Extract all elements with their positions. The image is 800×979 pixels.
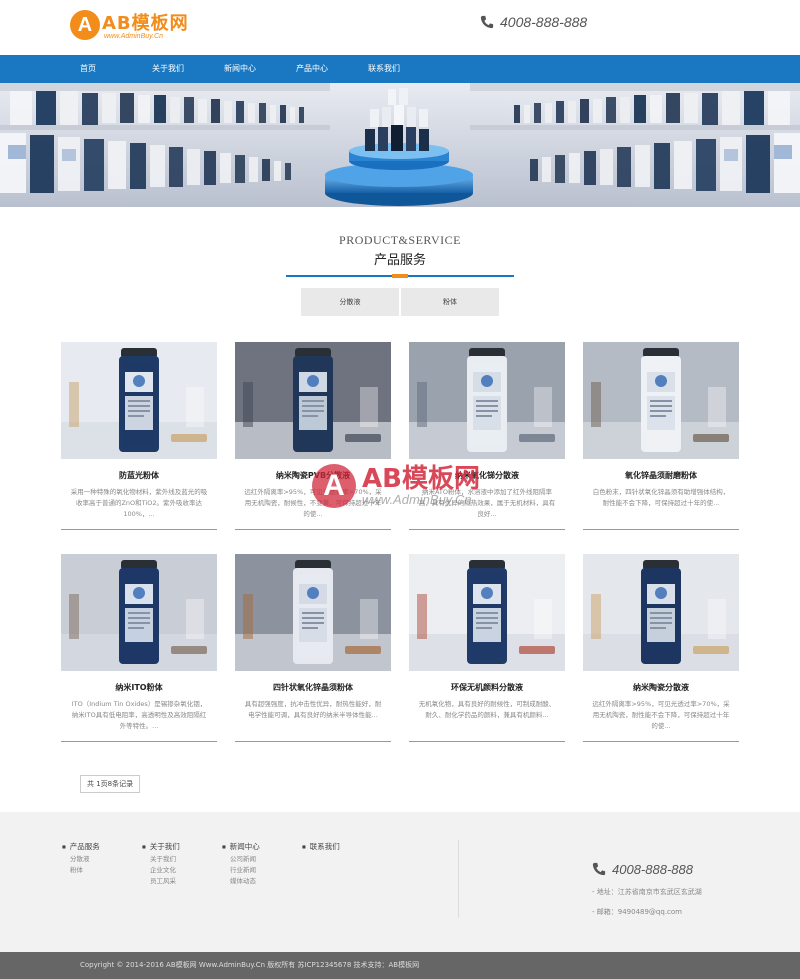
site-header: A AB模板网 www.AdminBuy.Cn 4008-888-888 bbox=[0, 0, 800, 55]
product-grid: 防蓝光粉体采用一种特殊的氧化物材料，紫外线及蓝光的吸收率高于普通的ZnO和TiO… bbox=[61, 342, 741, 742]
product-title[interactable]: 纳米陶瓷PVB分散液 bbox=[235, 470, 391, 481]
section-title-underline bbox=[286, 274, 514, 278]
footer-link[interactable]: 分散液 bbox=[62, 854, 100, 865]
nav-item-contact[interactable]: 联系我们 bbox=[368, 55, 440, 83]
phone-icon bbox=[480, 15, 494, 29]
product-image[interactable] bbox=[61, 342, 217, 459]
phone-icon bbox=[592, 862, 606, 876]
product-card[interactable]: 纳米ITO粉体 ITO（Indium Tin Oxides）是锡掺杂氧化铟，纳米I… bbox=[61, 554, 217, 742]
product-title[interactable]: 纳米陶瓷分散液 bbox=[583, 682, 739, 693]
logo-text: AB模板网 bbox=[102, 13, 189, 34]
section-title-cn: 产品服务 bbox=[373, 253, 426, 268]
product-description: 远红外隔离率>95%，可见光透过率>70%，采用无机陶瓷，耐性能不会下降，可保持… bbox=[592, 700, 730, 730]
product-card[interactable]: 纳米陶瓷分散液远红外隔离率>95%，可见光透过率>70%，采用无机陶瓷，耐性能不… bbox=[583, 554, 739, 742]
nav-item-news[interactable]: 新闻中心 bbox=[224, 55, 296, 83]
product-image[interactable] bbox=[583, 554, 739, 671]
product-title[interactable]: 纳米ITO粉体 bbox=[61, 682, 217, 693]
product-title[interactable]: 环保无机颜料分散液 bbox=[409, 682, 565, 693]
product-card[interactable]: 环保无机颜料分散液无机氧化物，具有良好的耐候性，可制成耐酸、耐久、耐化学药品的颜… bbox=[409, 554, 565, 742]
logo-subtitle: www.AdminBuy.Cn bbox=[104, 33, 164, 40]
product-title[interactable]: 纳米氧化锑分散液 bbox=[409, 470, 565, 481]
site-footer: 产品服务 分散液 粉体 关于我们 关于我们 企业文化 员工风采 新闻中心 公司新… bbox=[0, 812, 800, 952]
header-phone-number: 4008-888-888 bbox=[500, 14, 588, 30]
product-description: 采用一种特殊的氧化物材料，紫外线及蓝光的吸收率高于普通的ZnO和TiO2。紫外吸… bbox=[70, 488, 208, 518]
footer-link[interactable]: 企业文化 bbox=[142, 865, 180, 876]
pagination-info: 共 1页8条记录 bbox=[80, 775, 141, 793]
product-card[interactable]: 纳米氧化锑分散液纳米ATO粉体，水溶液中添加了红外线阻隔率高，具有优异的隔热效果… bbox=[409, 342, 565, 530]
product-image[interactable] bbox=[409, 342, 565, 459]
filter-dispersion-button[interactable]: 分散液 bbox=[301, 288, 399, 316]
footer-col-contact: 联系我们 bbox=[302, 841, 340, 854]
product-description: 具有超强强度，抗冲击性优异，耐热性能好，耐电学性能可调，具有良好的纳米半导体性能… bbox=[244, 700, 382, 719]
product-title[interactable]: 四针状氧化锌晶须粉体 bbox=[235, 682, 391, 693]
header-phone: 4008-888-888 bbox=[480, 14, 587, 30]
footer-link[interactable]: 公司新闻 bbox=[222, 854, 260, 865]
product-title[interactable]: 防蓝光粉体 bbox=[61, 470, 217, 481]
footer-link[interactable]: 行业新闻 bbox=[222, 865, 260, 876]
product-card[interactable]: 防蓝光粉体采用一种特殊的氧化物材料，紫外线及蓝光的吸收率高于普通的ZnO和TiO… bbox=[61, 342, 217, 530]
footer-col-news: 新闻中心 公司新闻 行业新闻 媒体动态 bbox=[222, 841, 260, 887]
filter-powder-button[interactable]: 粉体 bbox=[401, 288, 499, 316]
main-nav: 首页 关于我们 新闻中心 产品中心 联系我们 bbox=[0, 55, 800, 83]
product-image[interactable] bbox=[235, 554, 391, 671]
logo-mark: A bbox=[70, 10, 100, 40]
product-description: 远红外隔离率>95%，可见光透过率>70%，采用无机陶瓷，耐候性，不变黄，可保持… bbox=[244, 488, 382, 518]
footer-link[interactable]: 粉体 bbox=[62, 865, 100, 876]
product-image[interactable] bbox=[235, 342, 391, 459]
product-description: 白色粉末，四针状氧化锌晶须有助增强体结构，耐性能不会下降，可保持超过十年的使..… bbox=[592, 488, 730, 507]
copyright-bar: Copyright © 2014-2016 AB模板网 Www.AdminBuy… bbox=[0, 952, 800, 979]
footer-heading[interactable]: 关于我们 bbox=[142, 841, 180, 852]
footer-link[interactable]: 关于我们 bbox=[142, 854, 180, 865]
product-image[interactable] bbox=[61, 554, 217, 671]
footer-phone-number: 4008-888-888 bbox=[612, 862, 693, 877]
product-title[interactable]: 氧化锌晶须耐磨粉体 bbox=[583, 470, 739, 481]
footer-col-about: 关于我们 关于我们 企业文化 员工风采 bbox=[142, 841, 180, 887]
footer-heading[interactable]: 新闻中心 bbox=[222, 841, 260, 852]
site-logo[interactable]: A AB模板网 www.AdminBuy.Cn bbox=[70, 8, 200, 46]
footer-link[interactable]: 员工风采 bbox=[142, 876, 180, 887]
footer-link[interactable]: 媒体动态 bbox=[222, 876, 260, 887]
product-description: 无机氧化物，具有良好的耐候性，可制成耐酸、耐久、耐化学药品的颜料，兼具有机颜料.… bbox=[418, 700, 556, 719]
footer-heading[interactable]: 产品服务 bbox=[62, 841, 100, 852]
category-filters: 分散液 粉体 bbox=[0, 288, 800, 316]
section-header: PRODUCT&SERVICE 产品服务 bbox=[0, 233, 800, 278]
product-card[interactable]: 四针状氧化锌晶须粉体具有超强强度，抗冲击性优异，耐热性能好，耐电学性能可调，具有… bbox=[235, 554, 391, 742]
footer-col-products: 产品服务 分散液 粉体 bbox=[62, 841, 100, 876]
section-title-en: PRODUCT&SERVICE bbox=[339, 233, 461, 247]
footer-email: - 邮箱：9490489@qq.com bbox=[592, 908, 682, 916]
hero-banner bbox=[0, 83, 800, 207]
product-card[interactable]: 纳米陶瓷PVB分散液远红外隔离率>95%，可见光透过率>70%，采用无机陶瓷，耐… bbox=[235, 342, 391, 530]
product-image[interactable] bbox=[583, 342, 739, 459]
footer-heading[interactable]: 联系我们 bbox=[302, 841, 340, 852]
product-image[interactable] bbox=[409, 554, 565, 671]
nav-item-about[interactable]: 关于我们 bbox=[152, 55, 224, 83]
product-card[interactable]: 氧化锌晶须耐磨粉体白色粉末，四针状氧化锌晶须有助增强体结构，耐性能不会下降，可保… bbox=[583, 342, 739, 530]
product-description: 纳米ATO粉体，水溶液中添加了红外线阻隔率高，具有优异的隔热效果，属于无机材料，… bbox=[418, 488, 556, 518]
product-description: ITO（Indium Tin Oxides）是锡掺杂氧化铟，纳米ITO具有低电阻… bbox=[71, 700, 207, 730]
nav-item-home[interactable]: 首页 bbox=[80, 55, 152, 83]
footer-address: - 地址：江苏省南京市玄武区玄武湖 bbox=[592, 888, 702, 896]
banner-image bbox=[0, 83, 800, 207]
footer-phone: 4008-888-888 bbox=[592, 862, 693, 877]
nav-item-products[interactable]: 产品中心 bbox=[296, 55, 368, 83]
footer-divider bbox=[458, 840, 459, 918]
